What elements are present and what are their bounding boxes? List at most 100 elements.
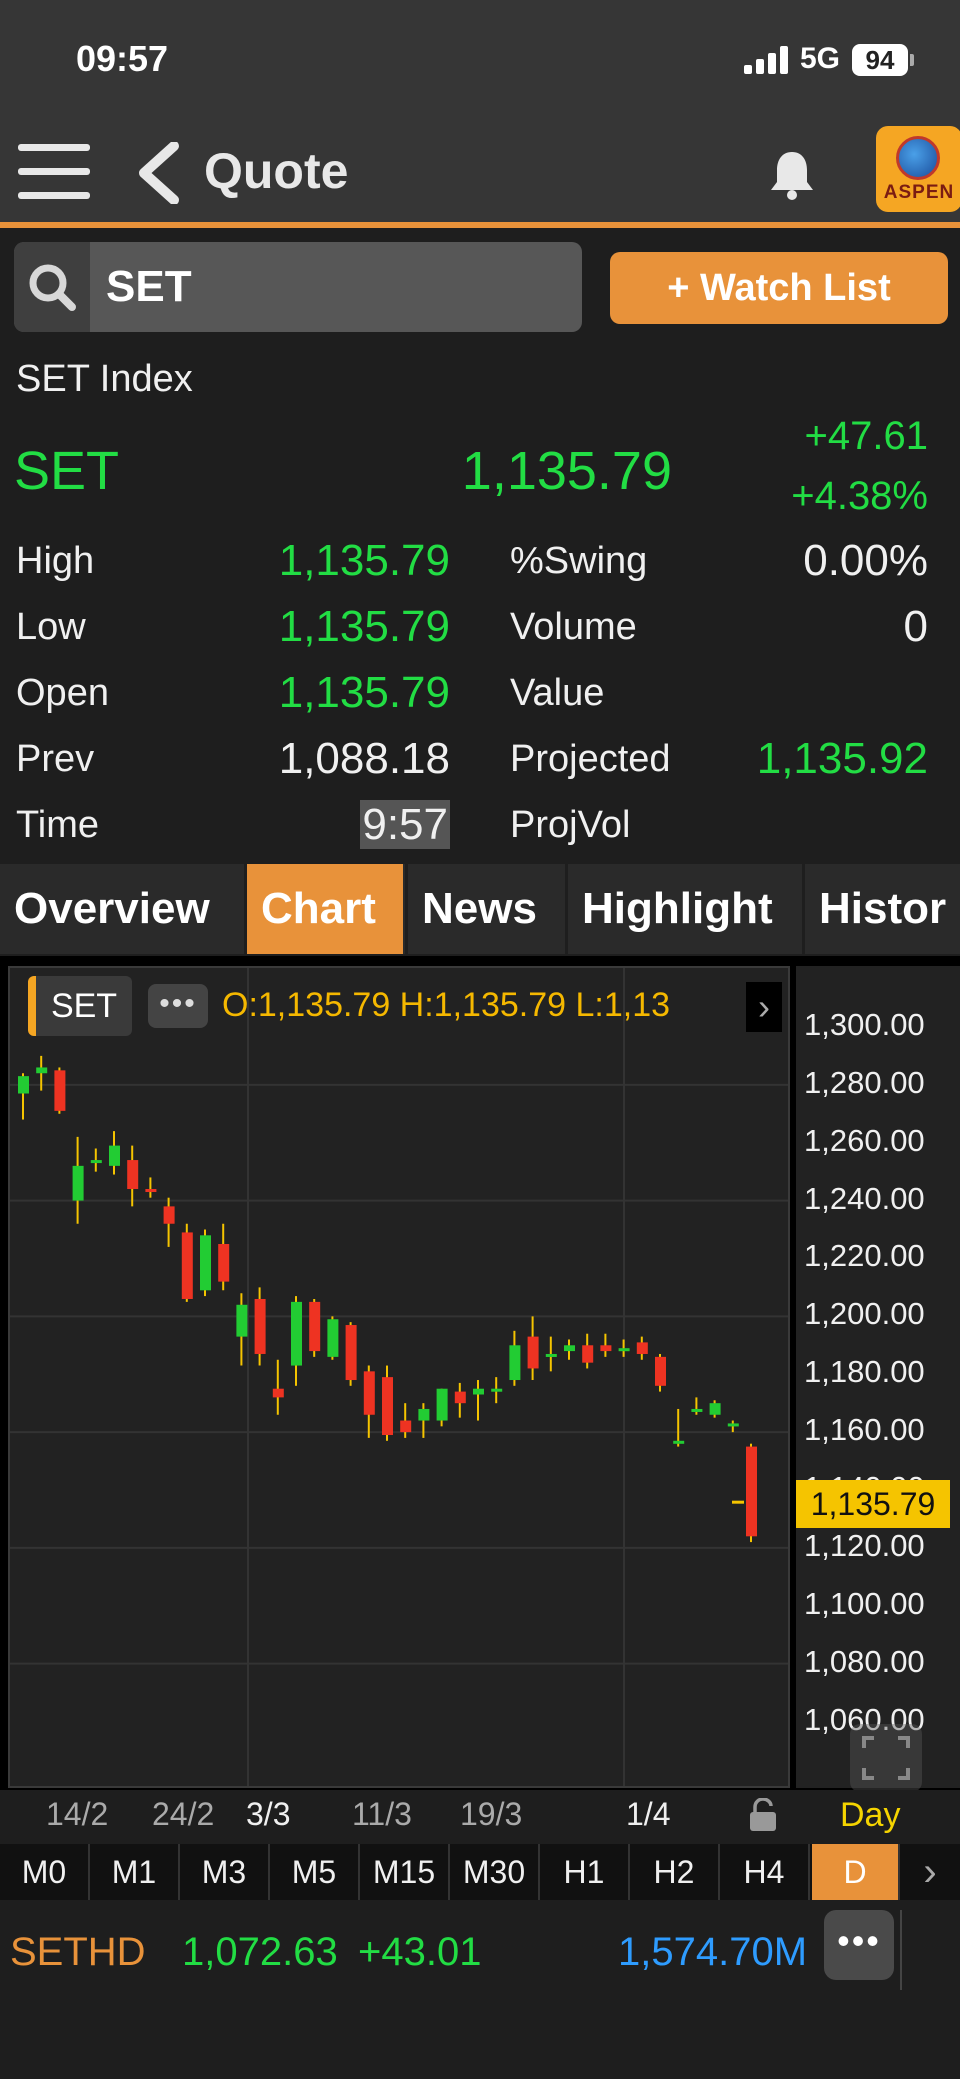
candle bbox=[382, 1365, 393, 1441]
candle-body bbox=[254, 1298, 266, 1354]
candle-body bbox=[618, 1348, 630, 1352]
price-tick: 1,240.00 bbox=[804, 1180, 925, 1216]
candle bbox=[109, 1131, 120, 1175]
candle-body bbox=[400, 1420, 412, 1433]
tab-news[interactable]: News bbox=[408, 864, 563, 954]
back-chevron-icon[interactable] bbox=[134, 142, 184, 204]
stat-time-wrap: 9:57 bbox=[200, 800, 450, 850]
candle-body bbox=[327, 1319, 339, 1357]
candle-body bbox=[236, 1304, 248, 1337]
price-tick: 1,220.00 bbox=[804, 1238, 925, 1274]
price-tick: 1,300.00 bbox=[804, 1006, 925, 1042]
period-bar: M0 M1 M3 M5 M15 M30 H1 H2 H4 D › bbox=[0, 1844, 960, 1900]
candle-body bbox=[527, 1336, 539, 1369]
unlock-icon[interactable] bbox=[748, 1798, 778, 1832]
period-m3[interactable]: M3 bbox=[180, 1844, 270, 1900]
candlestick-plot bbox=[10, 968, 824, 1786]
candle-body bbox=[363, 1371, 375, 1415]
period-m15[interactable]: M15 bbox=[360, 1844, 450, 1900]
candle bbox=[345, 1322, 357, 1386]
chart-symbol-chip[interactable]: SET bbox=[28, 976, 132, 1036]
ticker-more-button[interactable]: ••• bbox=[824, 1910, 894, 1980]
candle bbox=[527, 1316, 539, 1381]
candle-body bbox=[72, 1165, 84, 1201]
last-price-tag: 1,135.79 bbox=[796, 1480, 950, 1528]
candle-body bbox=[600, 1345, 612, 1352]
candle bbox=[127, 1145, 139, 1207]
period-d[interactable]: D bbox=[812, 1844, 900, 1900]
index-name: SET Index bbox=[16, 358, 193, 400]
date-tick: 1/4 bbox=[626, 1796, 671, 1832]
candle bbox=[327, 1316, 339, 1360]
candle bbox=[545, 1336, 557, 1372]
candle bbox=[181, 1223, 193, 1302]
tab-history[interactable]: Histor bbox=[805, 864, 960, 954]
candle-body bbox=[454, 1391, 466, 1404]
candle bbox=[636, 1336, 648, 1360]
candle-body bbox=[90, 1160, 102, 1164]
aspen-logo[interactable]: ASPEN bbox=[876, 126, 960, 212]
period-h1[interactable]: H1 bbox=[540, 1844, 630, 1900]
candle bbox=[18, 1073, 29, 1120]
search-box[interactable] bbox=[14, 242, 582, 332]
stat-label-prev: Prev bbox=[16, 738, 95, 780]
candle-body bbox=[127, 1160, 139, 1190]
tab-overview[interactable]: Overview bbox=[0, 864, 242, 954]
candle-body bbox=[636, 1342, 648, 1354]
search-input[interactable] bbox=[106, 260, 566, 314]
candle-body bbox=[309, 1301, 321, 1352]
candle-body bbox=[545, 1353, 557, 1357]
price-change: +47.61 bbox=[804, 414, 928, 458]
stat-label-time: Time bbox=[16, 804, 100, 846]
period-m0[interactable]: M0 bbox=[0, 1844, 90, 1900]
stat-value-swing: 0.00% bbox=[803, 536, 928, 585]
candle-body bbox=[291, 1301, 302, 1366]
candle-body bbox=[54, 1070, 66, 1111]
candle bbox=[618, 1339, 630, 1357]
candle bbox=[655, 1353, 666, 1392]
tab-highlight[interactable]: Highlight bbox=[568, 864, 800, 954]
candle bbox=[254, 1287, 266, 1366]
chevron-right-icon[interactable]: › bbox=[746, 982, 782, 1032]
page-title: Quote bbox=[204, 143, 349, 199]
candle-body bbox=[673, 1440, 685, 1444]
candle bbox=[691, 1397, 703, 1415]
stat-value-low: 1,135.79 bbox=[278, 602, 450, 651]
percent-change: +4.38% bbox=[791, 474, 928, 518]
candle bbox=[236, 1293, 248, 1366]
candle bbox=[727, 1420, 739, 1433]
candle bbox=[600, 1333, 612, 1357]
signal-icon bbox=[744, 46, 788, 74]
chart-period-label[interactable]: Day bbox=[840, 1796, 900, 1835]
bell-icon[interactable] bbox=[764, 146, 820, 202]
period-m1[interactable]: M1 bbox=[90, 1844, 180, 1900]
expand-icon[interactable] bbox=[850, 1724, 922, 1792]
ticker-bar[interactable]: SETHD 1,072.63 +43.01 1,574.70M ••• bbox=[0, 1900, 960, 2000]
add-watchlist-button[interactable]: + Watch List bbox=[610, 252, 948, 324]
period-m30[interactable]: M30 bbox=[450, 1844, 540, 1900]
network-type: 5G bbox=[800, 42, 841, 75]
candle bbox=[473, 1380, 484, 1421]
period-m5[interactable]: M5 bbox=[270, 1844, 360, 1900]
candle-body bbox=[727, 1423, 739, 1427]
chart-more-button[interactable]: ••• bbox=[148, 984, 208, 1028]
period-h4[interactable]: H4 bbox=[720, 1844, 810, 1900]
stat-value-volume: 0 bbox=[903, 602, 928, 651]
status-time: 09:57 bbox=[76, 38, 169, 79]
search-icon-box[interactable] bbox=[14, 242, 90, 332]
candle-body bbox=[491, 1388, 503, 1392]
candle bbox=[363, 1365, 375, 1438]
chevron-right-icon[interactable]: › bbox=[900, 1844, 960, 1900]
menu-icon[interactable] bbox=[18, 144, 90, 200]
nav-underline bbox=[0, 222, 960, 228]
tab-chart[interactable]: Chart bbox=[247, 864, 403, 954]
candle bbox=[90, 1148, 102, 1172]
candle-body bbox=[109, 1145, 120, 1166]
candlestick-chart[interactable] bbox=[8, 966, 824, 1788]
stat-value-time: 9:57 bbox=[360, 800, 450, 849]
candle-body bbox=[582, 1345, 594, 1363]
period-h2[interactable]: H2 bbox=[630, 1844, 720, 1900]
candle bbox=[491, 1377, 503, 1404]
candle bbox=[309, 1298, 321, 1357]
candle bbox=[673, 1408, 685, 1447]
